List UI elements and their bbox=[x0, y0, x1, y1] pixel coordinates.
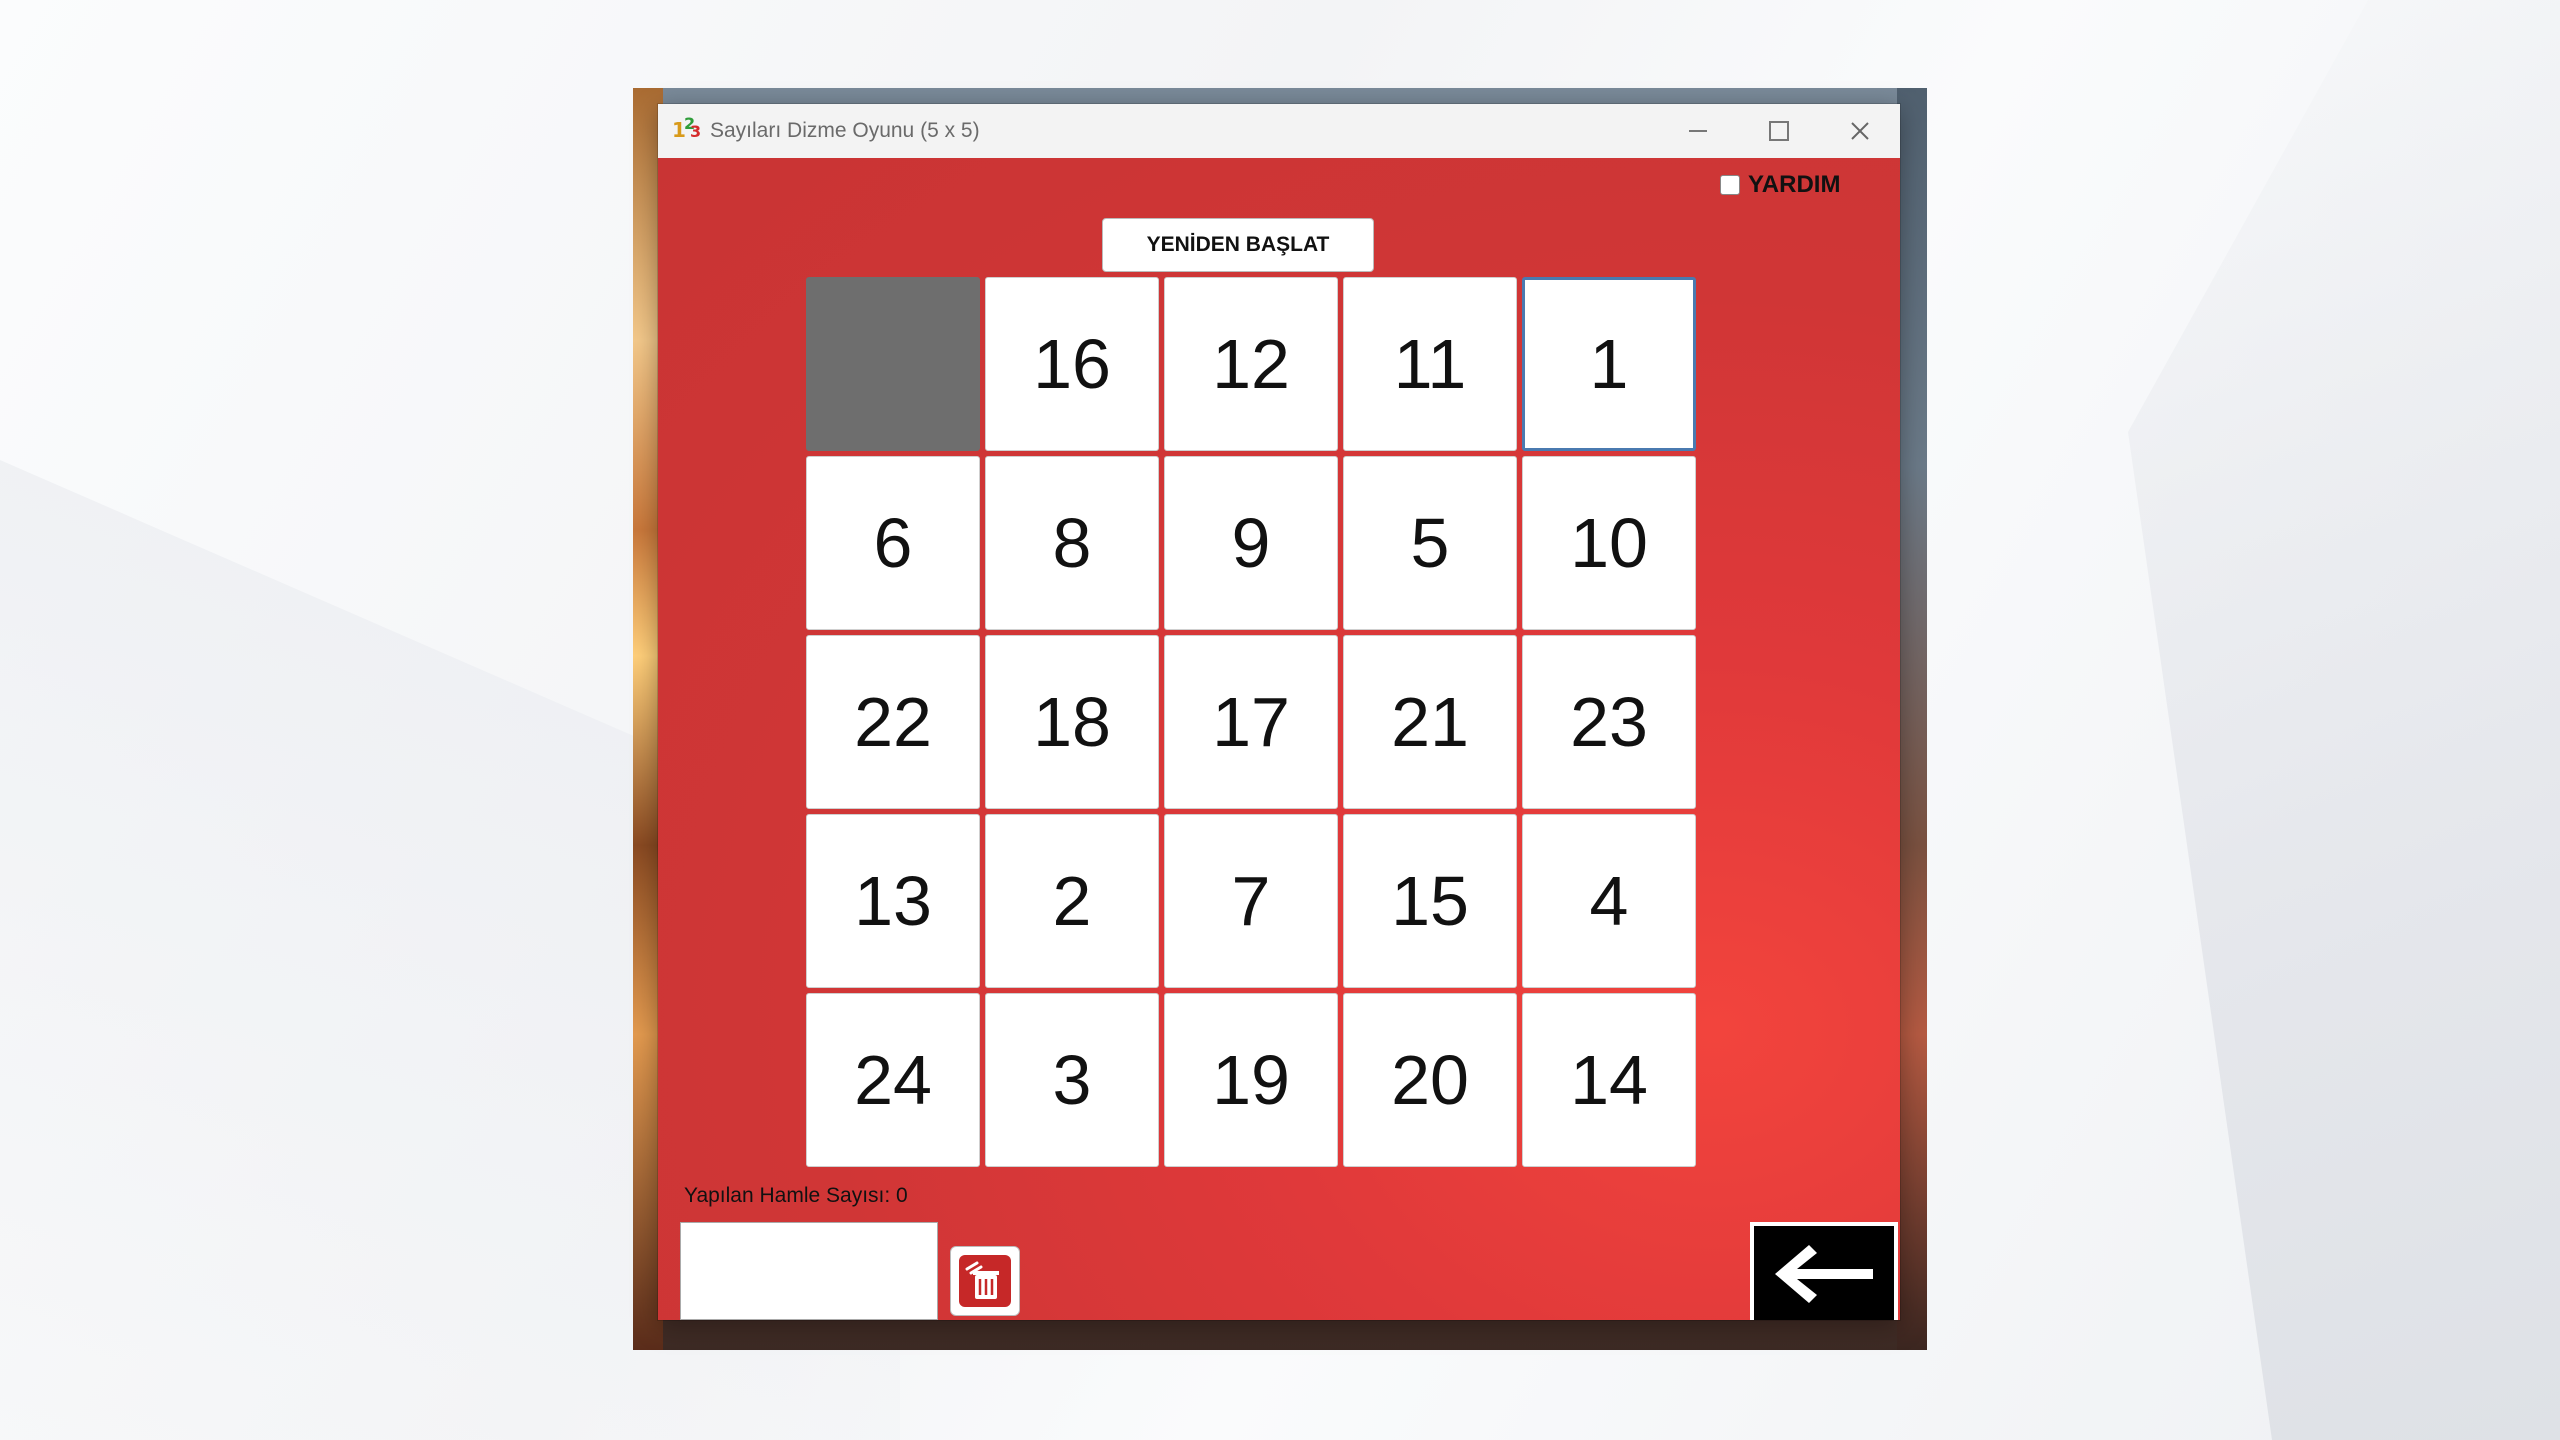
move-count-label: Yapılan Hamle Sayısı: 0 bbox=[684, 1184, 908, 1207]
puzzle-tile[interactable]: 5 bbox=[1343, 456, 1517, 630]
puzzle-tile[interactable]: 1 bbox=[1522, 277, 1696, 451]
puzzle-tile[interactable]: 8 bbox=[985, 456, 1159, 630]
maximize-button[interactable] bbox=[1739, 104, 1819, 158]
name-input[interactable] bbox=[680, 1222, 938, 1320]
puzzle-tile[interactable]: 6 bbox=[806, 456, 980, 630]
puzzle-tile[interactable]: 16 bbox=[985, 277, 1159, 451]
desktop-shape-right bbox=[2128, 0, 2560, 1440]
clear-button[interactable] bbox=[950, 1246, 1020, 1316]
game-panel: YARDIM YENİDEN BAŞLAT 16 12 11 1 6 8 9 5 10 22 18 1… bbox=[658, 158, 1900, 1320]
close-button[interactable] bbox=[1820, 104, 1900, 158]
maximize-icon bbox=[1769, 121, 1789, 141]
minimize-icon bbox=[1689, 130, 1707, 132]
window-title: Sayıları Dizme Oyunu (5 x 5) bbox=[710, 119, 980, 142]
empty-slot[interactable] bbox=[806, 277, 980, 451]
puzzle-tile[interactable]: 4 bbox=[1522, 814, 1696, 988]
puzzle-tile[interactable]: 15 bbox=[1343, 814, 1517, 988]
game-window: 123 Sayıları Dizme Oyunu (5 x 5) YARDIM … bbox=[658, 104, 1900, 1320]
puzzle-tile[interactable]: 10 bbox=[1522, 456, 1696, 630]
close-icon bbox=[1851, 122, 1869, 140]
minimize-button[interactable] bbox=[1658, 104, 1738, 158]
title-bar[interactable]: 123 Sayıları Dizme Oyunu (5 x 5) bbox=[658, 104, 1900, 158]
puzzle-tile[interactable]: 13 bbox=[806, 814, 980, 988]
puzzle-board: 16 12 11 1 6 8 9 5 10 22 18 17 21 23 13 2 7 15 4 24 3 19 20 14 bbox=[806, 277, 1702, 1173]
puzzle-tile[interactable]: 23 bbox=[1522, 635, 1696, 809]
back-button[interactable] bbox=[1750, 1222, 1898, 1320]
app-icon: 123 bbox=[672, 114, 702, 142]
puzzle-tile[interactable]: 20 bbox=[1343, 993, 1517, 1167]
puzzle-tile[interactable]: 9 bbox=[1164, 456, 1338, 630]
puzzle-tile[interactable]: 7 bbox=[1164, 814, 1338, 988]
help-label: YARDIM bbox=[1748, 171, 1841, 198]
puzzle-tile[interactable]: 19 bbox=[1164, 993, 1338, 1167]
help-checkbox[interactable] bbox=[1720, 175, 1740, 195]
puzzle-tile[interactable]: 12 bbox=[1164, 277, 1338, 451]
trash-icon bbox=[959, 1255, 1011, 1307]
puzzle-tile[interactable]: 17 bbox=[1164, 635, 1338, 809]
puzzle-tile[interactable]: 21 bbox=[1343, 635, 1517, 809]
puzzle-tile[interactable]: 14 bbox=[1522, 993, 1696, 1167]
puzzle-tile[interactable]: 22 bbox=[806, 635, 980, 809]
puzzle-tile[interactable]: 11 bbox=[1343, 277, 1517, 451]
puzzle-tile[interactable]: 24 bbox=[806, 993, 980, 1167]
help-toggle[interactable]: YARDIM bbox=[1720, 171, 1840, 199]
puzzle-tile[interactable]: 3 bbox=[985, 993, 1159, 1167]
arrow-left-icon bbox=[1775, 1245, 1873, 1303]
puzzle-tile[interactable]: 18 bbox=[985, 635, 1159, 809]
puzzle-tile[interactable]: 2 bbox=[985, 814, 1159, 988]
restart-button[interactable]: YENİDEN BAŞLAT bbox=[1102, 218, 1374, 272]
